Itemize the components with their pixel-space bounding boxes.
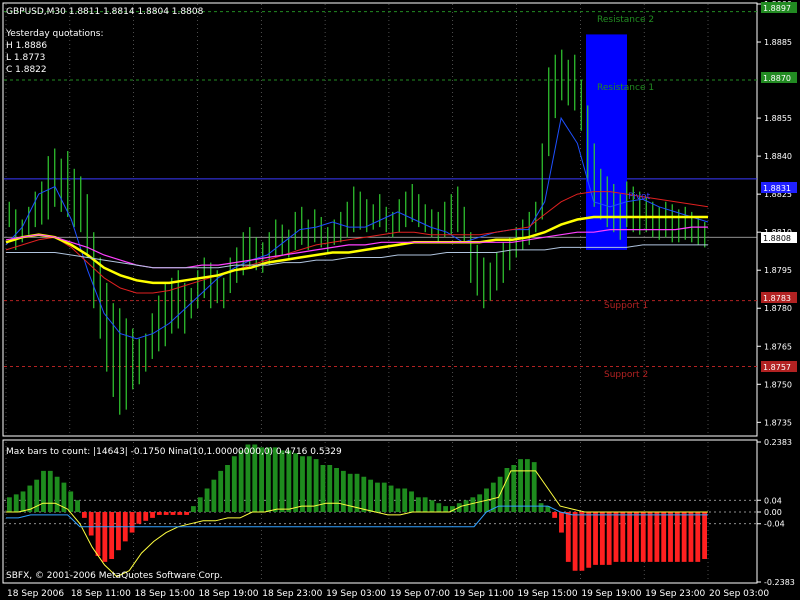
resistance1-tag: 1.8870 xyxy=(763,74,791,83)
symbol-line: GBPUSD,M30 1.8811 1.8814 1.8804 1.8808 xyxy=(6,7,204,17)
y-tick-label: 1.8840 xyxy=(764,152,792,161)
yesterday-close: C 1.8822 xyxy=(6,65,47,75)
resistance2-tag: 1.8897 xyxy=(763,4,791,13)
x-tick-label: 19 Sep 19:00 xyxy=(581,589,641,599)
oscillator-title: Max bars to count: |14643| -0.1750 Nina(… xyxy=(6,447,342,457)
osc-y-tick-label: -0.2383 xyxy=(764,578,795,587)
pivot-label: Pivot xyxy=(628,192,651,202)
current-price-tag: 1.8808 xyxy=(763,234,791,243)
y-tick-label: 1.8750 xyxy=(764,380,792,389)
x-tick-label: 18 Sep 15:00 xyxy=(135,589,195,599)
osc-y-tick-label: 0.04 xyxy=(764,496,782,505)
x-tick-label: 19 Sep 07:00 xyxy=(390,589,450,599)
x-tick-label: 18 Sep 11:00 xyxy=(71,589,131,599)
support1-label: Support 1 xyxy=(604,301,648,311)
osc-y-tick-label: 0.2383 xyxy=(764,438,792,447)
x-tick-label: 18 Sep 2006 xyxy=(7,589,64,599)
support2-tag: 1.8757 xyxy=(763,363,791,372)
support1-tag: 1.8783 xyxy=(763,294,791,303)
yesterday-high: H 1.8886 xyxy=(6,41,47,51)
y-tick-label: 1.8885 xyxy=(764,38,792,47)
x-tick-label: 19 Sep 11:00 xyxy=(454,589,514,599)
copyright-text: SBFX, © 2001-2006 MetaQuotes Software Co… xyxy=(6,571,223,581)
y-tick-label: 1.8855 xyxy=(764,114,792,123)
osc-y-tick-label: 0.00 xyxy=(764,508,782,517)
pivot-tag: 1.8831 xyxy=(763,184,791,193)
resistance1-label: Resistance 1 xyxy=(597,83,654,93)
x-tick-label: 18 Sep 19:00 xyxy=(198,589,258,599)
yesterday-title: Yesterday quotations: xyxy=(5,29,103,39)
y-tick-label: 1.8795 xyxy=(764,266,792,275)
y-tick-label: 1.8735 xyxy=(764,418,792,427)
resistance2-label: Resistance 2 xyxy=(597,15,654,25)
yesterday-low: L 1.8773 xyxy=(6,53,45,63)
x-tick-label: 20 Sep 03:00 xyxy=(709,589,769,599)
x-tick-label: 19 Sep 23:00 xyxy=(645,589,705,599)
chart-canvas: 18 Sep 2006 18 Sep 11:00 18 Sep 15:00 18 Se… xyxy=(0,0,800,600)
x-tick-label: 18 Sep 23:00 xyxy=(262,589,322,599)
x-tick-label: 19 Sep 15:00 xyxy=(518,589,578,599)
support2-label: Support 2 xyxy=(604,370,648,380)
y-tick-label: 1.8765 xyxy=(764,342,792,351)
y-tick-label: 1.8780 xyxy=(764,304,792,313)
x-tick-label: 19 Sep 03:00 xyxy=(326,589,386,599)
osc-y-tick-label: -0.04 xyxy=(764,520,785,529)
